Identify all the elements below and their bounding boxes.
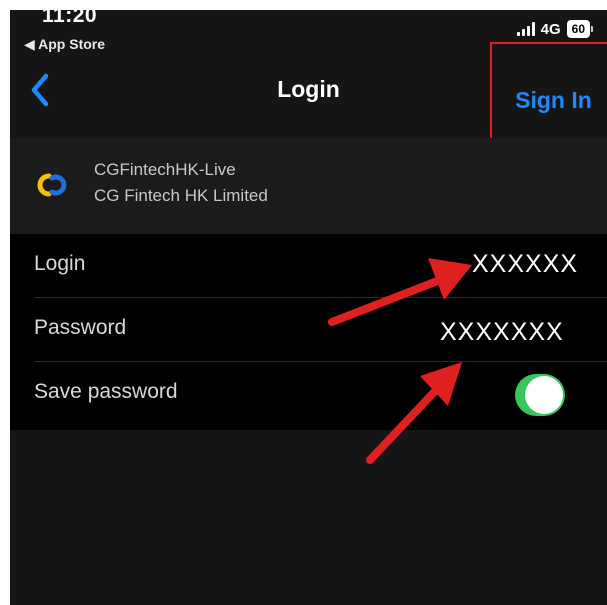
account-server-name: CGFintechHK-Live xyxy=(94,160,236,179)
phone-screen: 11:20 ◀ App Store 4G 60 Login Sign In CG… xyxy=(10,10,607,605)
signal-icon xyxy=(516,22,535,36)
save-password-toggle[interactable] xyxy=(515,374,565,416)
login-form: Login XXXXXX Password XXXXXXX Save passw… xyxy=(10,234,607,430)
password-label: Password xyxy=(34,316,127,339)
network-type: 4G xyxy=(540,20,561,38)
battery-level: 60 xyxy=(566,20,590,38)
battery-icon: 60 xyxy=(566,20,593,38)
password-input[interactable]: XXXXXXX xyxy=(440,318,564,347)
account-company-name: CG Fintech HK Limited xyxy=(94,186,268,205)
status-indicators: 4G 60 xyxy=(516,20,593,38)
login-input[interactable]: XXXXXX xyxy=(472,250,578,279)
login-row[interactable]: Login XXXXXX xyxy=(10,234,607,298)
toggle-knob xyxy=(525,376,563,414)
status-time: 11:20 xyxy=(42,10,98,27)
cg-fintech-logo-icon xyxy=(32,170,74,200)
back-to-app-store[interactable]: ◀ App Store xyxy=(24,36,105,53)
login-label: Login xyxy=(34,252,86,275)
sign-in-button[interactable]: Sign In xyxy=(490,42,607,146)
password-row[interactable]: Password XXXXXXX xyxy=(10,298,607,362)
save-password-label: Save password xyxy=(34,380,178,403)
account-header: CGFintechHK-Live CG Fintech HK Limited xyxy=(10,138,607,234)
save-password-row: Save password xyxy=(10,362,607,426)
sign-in-label: Sign In xyxy=(515,86,592,113)
